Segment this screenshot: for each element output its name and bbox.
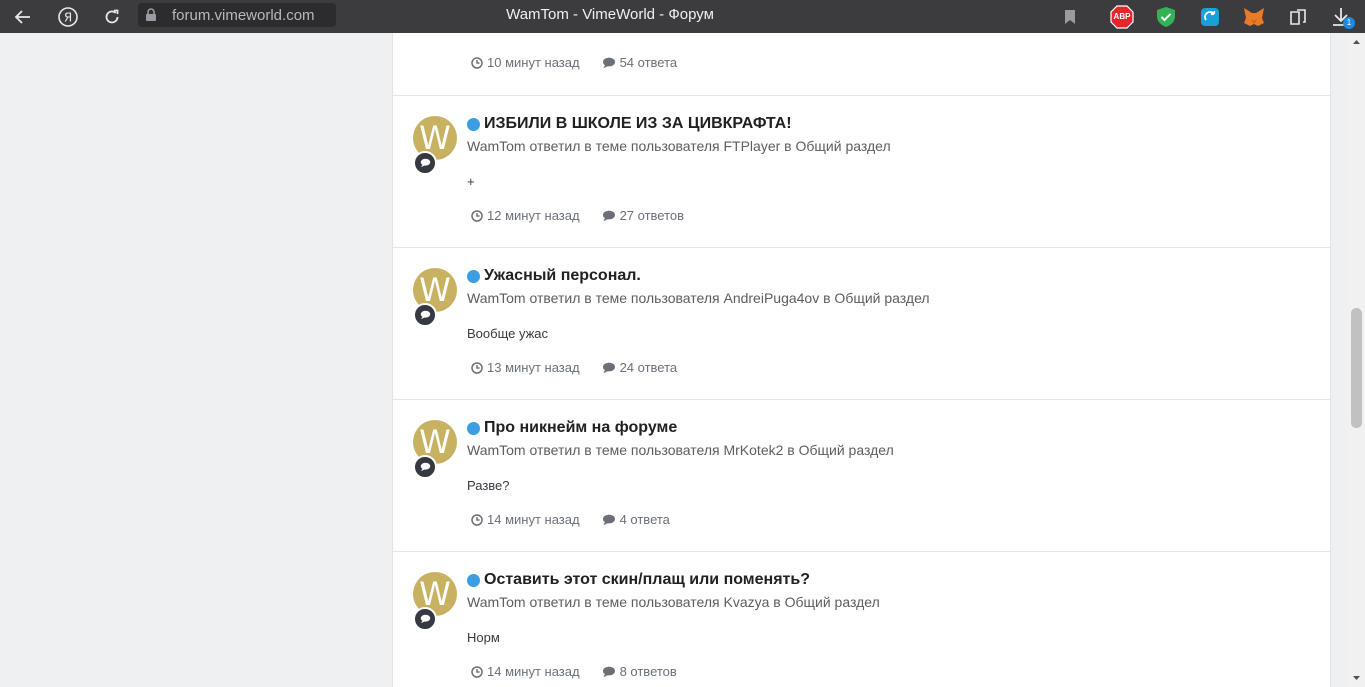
item-replies: 27 ответов (619, 208, 685, 223)
activity-feed: 10 минут назад 54 ответа W ИЗБИЛИ В ШКОЛ… (392, 33, 1331, 687)
replies-stat[interactable]: 27 ответов (602, 208, 684, 223)
comment-icon (602, 210, 615, 221)
time-stat[interactable]: 12 минут назад (471, 208, 580, 223)
item-replies: 24 ответа (619, 360, 678, 375)
scrollbar-thumb[interactable] (1351, 308, 1362, 428)
item-snippet: Разве? (467, 478, 510, 493)
comment-icon (602, 666, 615, 677)
unread-dot-icon (467, 421, 480, 435)
item-stats: 14 минут назад 4 ответа (471, 512, 670, 527)
bookmark-button[interactable] (1057, 4, 1083, 30)
fox-icon (1244, 8, 1264, 26)
unread-dot-icon (467, 117, 480, 131)
item-time: 13 минут назад (487, 360, 580, 375)
yandex-logo-icon: Я (58, 6, 78, 27)
time-stat[interactable]: 14 минут назад (471, 664, 580, 679)
unread-dot-icon (467, 269, 480, 283)
replies-stat[interactable]: 24 ответа (602, 360, 678, 375)
collections-icon (1290, 9, 1306, 25)
item-replies: 8 ответов (619, 664, 677, 679)
item-title-row: Про никнейм на форуме (467, 419, 677, 437)
item-snippet: + (467, 174, 475, 189)
url-text: forum.vimeworld.com (172, 6, 315, 24)
item-title-link[interactable]: Про никнейм на форуме (484, 419, 677, 437)
item-meta: WamTom ответил в теме пользователя FTPla… (467, 138, 891, 154)
browser-toolbar: Я forum.vimeworld.com WamTom - VimeWorld… (0, 0, 1365, 33)
downloads-badge: 1 (1343, 17, 1355, 29)
lock-icon (138, 8, 164, 22)
sync-extension[interactable] (1197, 4, 1223, 30)
item-stats: 10 минут назад 54 ответа (471, 55, 677, 70)
reload-button[interactable] (95, 0, 129, 33)
item-time: 10 минут назад (487, 55, 580, 70)
metamask-extension[interactable] (1241, 4, 1267, 30)
item-stats: 12 минут назад 27 ответов (471, 208, 684, 223)
sync-app-icon (1201, 8, 1219, 26)
clock-icon (471, 209, 483, 222)
list-item: W Оставить этот скин/плащ или поменять? … (393, 551, 1330, 687)
time-stat[interactable]: 14 минут назад (471, 512, 580, 527)
comment-badge-icon (413, 455, 437, 479)
unread-dot-icon (467, 573, 480, 587)
item-meta: WamTom ответил в теме пользователя Andre… (467, 290, 930, 306)
adblock-label: ABP (1113, 12, 1131, 21)
item-title-link[interactable]: Оставить этот скин/плащ или поменять? (484, 571, 810, 589)
comment-icon (602, 362, 615, 373)
list-item: W ИЗБИЛИ В ШКОЛЕ ИЗ ЗА ЦИВКРАФТА! WamTom… (393, 95, 1330, 247)
clock-icon (471, 56, 483, 69)
item-stats: 13 минут назад 24 ответа (471, 360, 677, 375)
item-replies: 54 ответа (619, 55, 678, 70)
comment-icon (602, 514, 615, 525)
replies-stat[interactable]: 4 ответа (602, 512, 670, 527)
time-stat[interactable]: 10 минут назад (471, 55, 580, 70)
back-button[interactable] (6, 0, 40, 33)
item-title-link[interactable]: Ужасный персонал. (484, 267, 641, 285)
item-replies: 4 ответа (619, 512, 670, 527)
replies-stat[interactable]: 8 ответов (602, 664, 677, 679)
scroll-down-arrow-icon[interactable] (1352, 674, 1361, 683)
list-item: W Про никнейм на форуме WamTom ответил в… (393, 399, 1330, 551)
item-meta: WamTom ответил в теме пользователя Kvazy… (467, 594, 880, 610)
adblock-extension[interactable]: ABP (1109, 4, 1135, 30)
shield-extension[interactable] (1153, 4, 1179, 30)
scroll-up-arrow-icon[interactable] (1352, 37, 1361, 46)
collections-button[interactable] (1285, 4, 1311, 30)
item-title-row: Оставить этот скин/плащ или поменять? (467, 571, 810, 589)
item-time: 12 минут назад (487, 208, 580, 223)
clock-icon (471, 361, 483, 374)
scrollbar[interactable] (1348, 33, 1365, 687)
item-time: 14 минут назад (487, 664, 580, 679)
item-time: 14 минут назад (487, 512, 580, 527)
item-snippet: Норм (467, 630, 500, 645)
item-title-link[interactable]: ИЗБИЛИ В ШКОЛЕ ИЗ ЗА ЦИВКРАФТА! (484, 115, 792, 133)
comment-badge-icon (413, 303, 437, 327)
yandex-button[interactable]: Я (51, 0, 85, 33)
comment-badge-icon (413, 607, 437, 631)
clock-icon (471, 665, 483, 678)
item-snippet: Вообще ужас (467, 326, 549, 341)
svg-text:Я: Я (64, 10, 72, 24)
item-title-row: ИЗБИЛИ В ШКОЛЕ ИЗ ЗА ЦИВКРАФТА! (467, 115, 792, 133)
time-stat[interactable]: 13 минут назад (471, 360, 580, 375)
shield-check-icon (1157, 7, 1175, 27)
arrow-left-icon (14, 9, 30, 24)
item-meta: WamTom ответил в теме пользователя MrKot… (467, 442, 894, 458)
item-title-row: Ужасный персонал. (467, 267, 641, 285)
list-item: W Ужасный персонал. WamTom ответил в тем… (393, 247, 1330, 399)
replies-stat[interactable]: 54 ответа (602, 55, 678, 70)
list-item: 10 минут назад 54 ответа (393, 33, 1330, 95)
bookmark-icon (1065, 10, 1075, 24)
clock-icon (471, 513, 483, 526)
comment-badge-icon (413, 151, 437, 175)
address-bar[interactable]: forum.vimeworld.com (138, 3, 336, 27)
item-stats: 14 минут назад 8 ответов (471, 664, 677, 679)
comment-icon (602, 57, 615, 68)
downloads-button[interactable]: 1 (1328, 4, 1355, 30)
reload-icon (105, 9, 119, 23)
